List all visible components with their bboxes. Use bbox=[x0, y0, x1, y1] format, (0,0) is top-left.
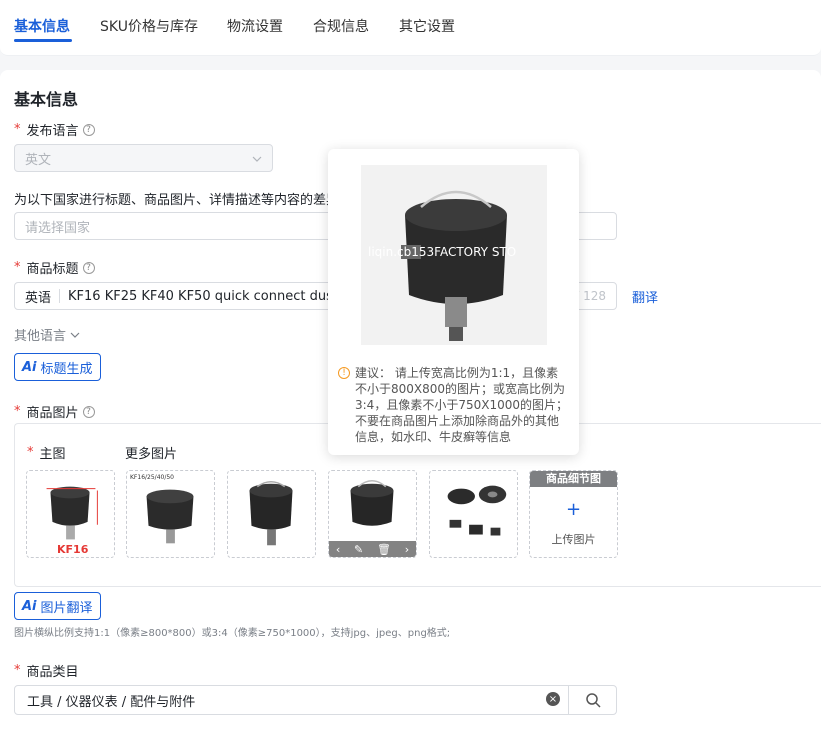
required-mark: * bbox=[14, 260, 21, 275]
more-images-label-row: 更多图片 bbox=[125, 443, 177, 462]
product-thumbnail[interactable] bbox=[227, 470, 316, 558]
language-value: 英文 bbox=[25, 152, 52, 168]
country-diff-label: 为以下国家进行标题、商品图片、详情描述等内容的差异 bbox=[14, 193, 340, 208]
title-label: 商品标题 bbox=[26, 262, 79, 277]
ai-title-generate-label: 标题生成 bbox=[40, 361, 93, 377]
product-thumbnail-selected[interactable]: ‹ ✎ 🗑 › bbox=[328, 470, 417, 558]
warning-icon: ! bbox=[338, 367, 350, 379]
tab-logistics[interactable]: 物流设置 bbox=[227, 16, 283, 36]
chevron-down-icon bbox=[70, 332, 80, 338]
upload-label: 上传图片 bbox=[551, 533, 596, 546]
required-mark: * bbox=[27, 445, 34, 460]
images-label: 商品图片 bbox=[26, 406, 79, 421]
section-title: 基本信息 bbox=[14, 90, 79, 109]
title-lang: 英语 bbox=[25, 290, 52, 306]
image-tip: ! 建议： 请上传宽高比例为1:1，且像素不小于800X800的图片；或宽高比例… bbox=[338, 365, 568, 445]
product-thumbnail[interactable]: KF16 bbox=[26, 470, 115, 558]
image-format-hint: 图片横纵比例支持1:1（像素≥800*800）或3:4（像素≥750*1000）… bbox=[14, 628, 451, 639]
clear-icon[interactable]: × bbox=[546, 692, 560, 706]
country-placeholder: 请选择国家 bbox=[25, 220, 91, 236]
main-image-label-row: * 主图 bbox=[27, 443, 66, 462]
required-mark: * bbox=[14, 663, 21, 678]
title-counter: / 128 bbox=[575, 289, 606, 303]
tab-compliance[interactable]: 合规信息 bbox=[313, 16, 369, 36]
other-language-toggle[interactable]: 其他语言 bbox=[14, 325, 80, 344]
active-tab-indicator bbox=[14, 39, 72, 42]
translate-link[interactable]: 翻译 bbox=[632, 287, 658, 306]
tab-bar: 基本信息 SKU价格与库存 物流设置 合规信息 其它设置 bbox=[0, 0, 821, 56]
product-image bbox=[249, 481, 293, 546]
help-icon[interactable]: ? bbox=[82, 123, 95, 136]
chevron-down-icon bbox=[252, 156, 262, 162]
detail-image-upload[interactable]: 商品细节图 + 上传图片 bbox=[529, 470, 618, 558]
images-label-row: * 商品图片 ? bbox=[14, 402, 95, 421]
product-thumbnail[interactable] bbox=[429, 470, 518, 558]
product-thumbnail[interactable]: KF16/25/40/50 bbox=[126, 470, 215, 558]
tab-basic-info[interactable]: 基本信息 bbox=[14, 16, 70, 36]
category-label: 商品类目 bbox=[26, 665, 79, 680]
thumbnail-toolbar: ‹ ✎ 🗑 › bbox=[329, 541, 416, 557]
language-select[interactable]: 英文 bbox=[14, 144, 273, 172]
image-tip-text: 建议： 请上传宽高比例为1:1，且像素不小于800X800的图片；或宽高比例为3… bbox=[355, 366, 568, 444]
language-label: 发布语言 bbox=[26, 124, 79, 139]
edit-icon[interactable]: ✎ bbox=[354, 543, 363, 556]
ai-icon: Ai bbox=[22, 359, 37, 375]
required-mark: * bbox=[14, 404, 21, 419]
help-icon[interactable]: ? bbox=[82, 405, 95, 418]
title-label-row: * 商品标题 ? bbox=[14, 258, 95, 277]
product-image bbox=[146, 489, 194, 544]
main-image-label: 主图 bbox=[39, 447, 66, 462]
more-images-label: 更多图片 bbox=[125, 447, 178, 462]
category-select[interactable]: 工具 / 仪器仪表 / 配件与附件 bbox=[14, 685, 617, 715]
ai-image-translate-label: 图片翻译 bbox=[40, 600, 93, 616]
title-value: KF16 KF25 KF40 KF50 quick connect dust f… bbox=[68, 288, 367, 304]
chevron-left-icon[interactable]: ‹ bbox=[336, 543, 340, 556]
category-label-row: * 商品类目 bbox=[14, 661, 79, 680]
preview-watermark: liqin.cb153FACTORY STO bbox=[368, 245, 517, 259]
tab-other-settings[interactable]: 其它设置 bbox=[399, 16, 455, 36]
divider bbox=[59, 289, 61, 303]
search-icon bbox=[585, 693, 601, 708]
chevron-right-icon[interactable]: › bbox=[405, 543, 409, 556]
required-mark: * bbox=[14, 122, 21, 137]
country-diff-label-row: 为以下国家进行标题、商品图片、详情描述等内容的差异 bbox=[14, 189, 339, 208]
ai-image-translate-button[interactable]: Ai 图片翻译 bbox=[14, 592, 101, 620]
product-image bbox=[447, 485, 507, 536]
kf16-label: KF16 bbox=[57, 543, 89, 556]
category-value: 工具 / 仪器仪表 / 配件与附件 bbox=[27, 694, 196, 710]
other-language-label: 其他语言 bbox=[14, 329, 67, 344]
trash-icon[interactable]: 🗑 bbox=[377, 543, 391, 556]
tab-sku-price-stock[interactable]: SKU价格与库存 bbox=[100, 16, 198, 36]
thumb-caption: KF16/25/40/50 bbox=[130, 474, 174, 481]
detail-image-header: 商品细节图 bbox=[530, 471, 617, 487]
category-search-button[interactable] bbox=[568, 686, 616, 714]
language-label-row: * 发布语言 ? bbox=[14, 120, 95, 139]
help-icon[interactable]: ? bbox=[82, 261, 95, 274]
ai-icon: Ai bbox=[22, 598, 37, 614]
plus-icon: + bbox=[565, 499, 582, 520]
ai-title-generate-button[interactable]: Ai 标题生成 bbox=[14, 353, 101, 381]
